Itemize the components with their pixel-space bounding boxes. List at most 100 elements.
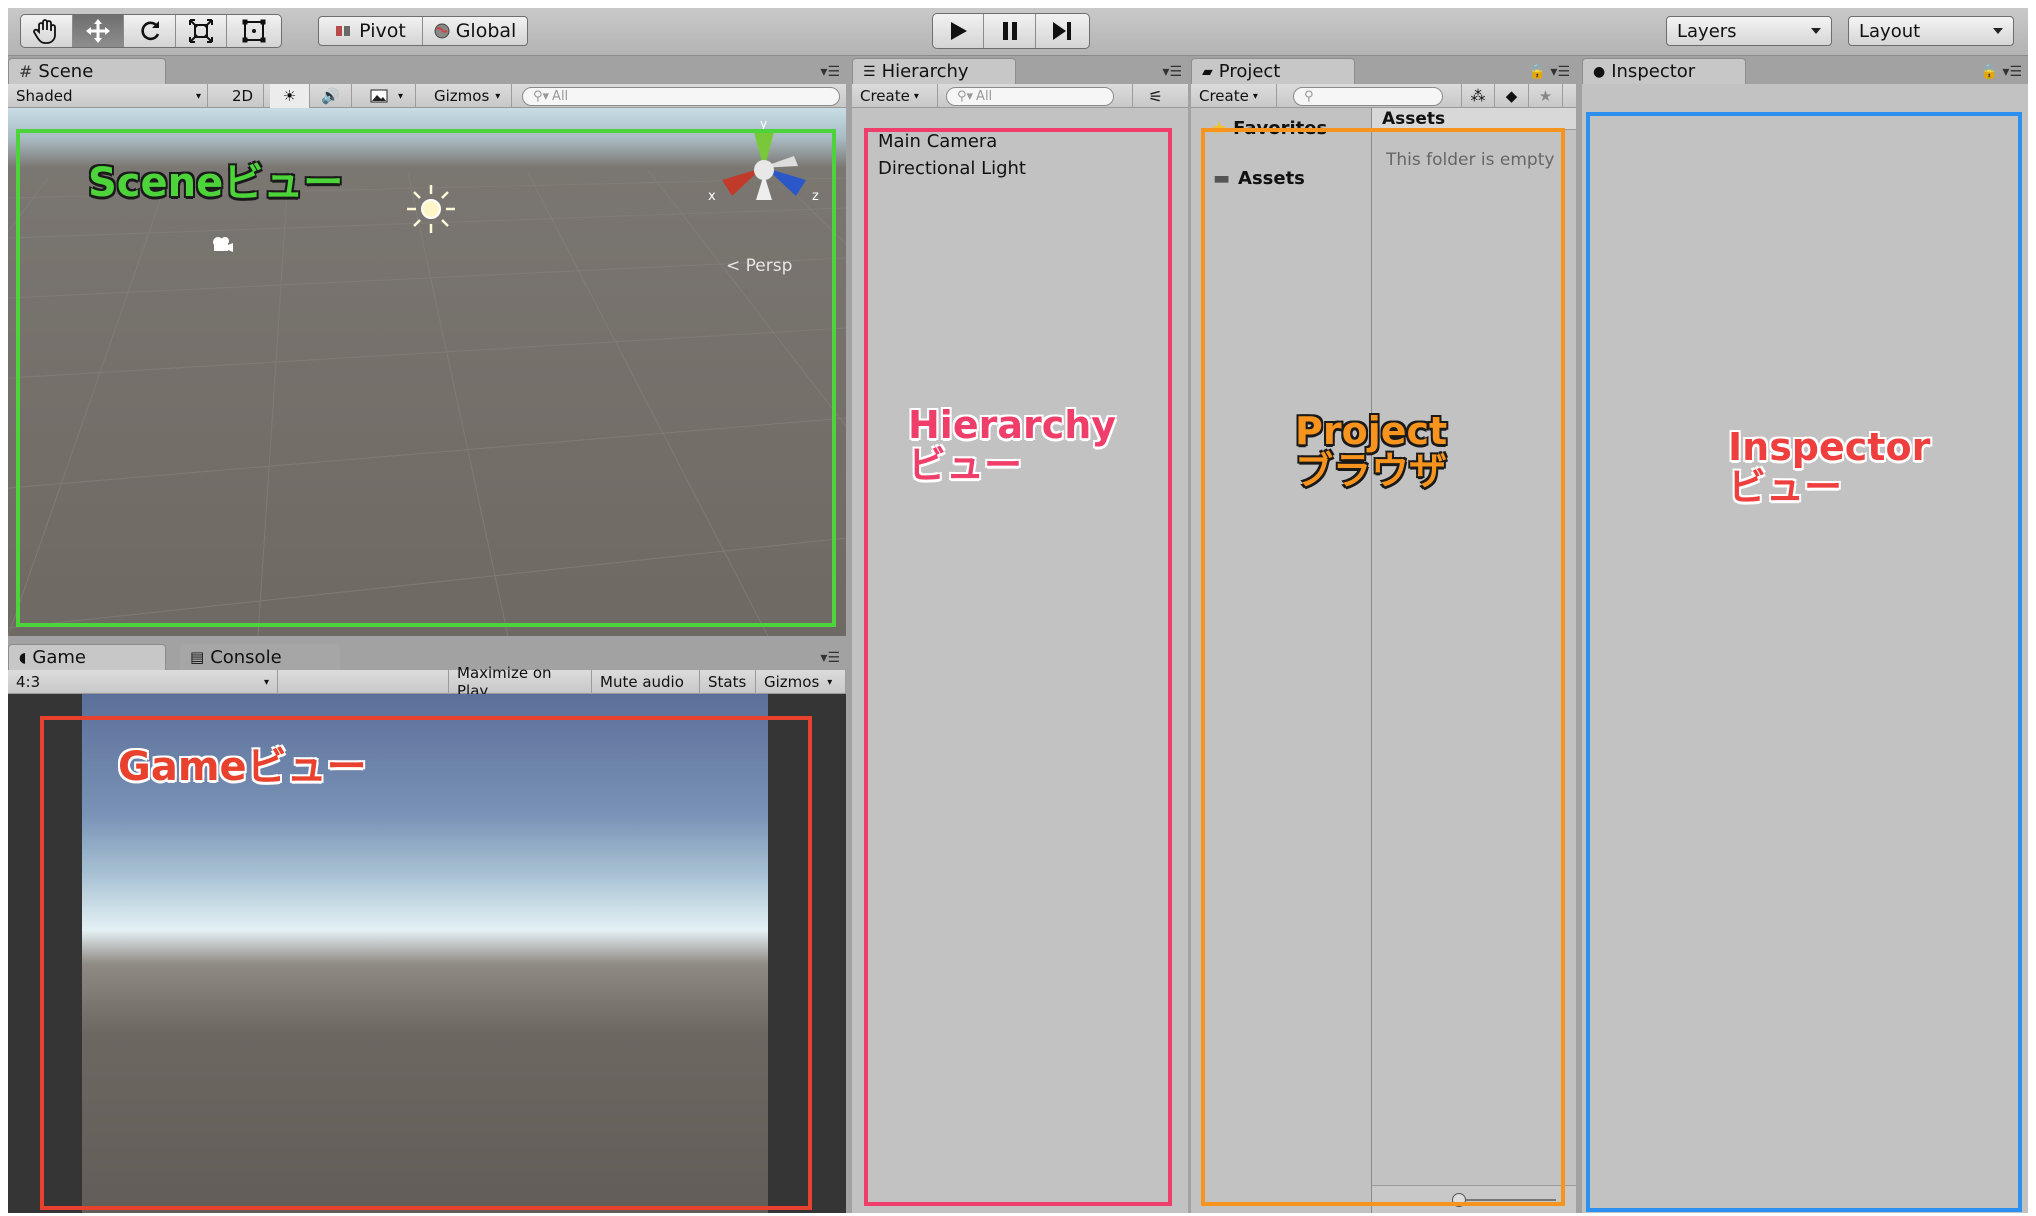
- image-icon: [370, 89, 388, 103]
- scale-icon: [189, 19, 214, 43]
- tab-game[interactable]: ◖ Game: [8, 644, 166, 670]
- shading-mode-dropdown[interactable]: Shaded ▾: [8, 84, 208, 108]
- playback-controls: [932, 13, 1090, 49]
- inspector-tab-label: Inspector: [1611, 61, 1696, 82]
- layers-label: Layers: [1677, 20, 1737, 42]
- unity-editor-screenshot: Pivot Global Layers Layout # Scene ▾☰ Sh…: [0, 0, 2036, 1216]
- game-gizmos-label: Gizmos: [764, 673, 820, 691]
- rect-icon: [242, 19, 266, 43]
- hierarchy-search-placeholder: All: [976, 89, 993, 104]
- pivot-button[interactable]: Pivot: [319, 17, 423, 45]
- scale-tool-button[interactable]: [176, 15, 228, 47]
- hierarchy-filter-button[interactable]: ⚟: [1132, 84, 1178, 108]
- move-icon: [85, 19, 110, 43]
- scene-search-placeholder: All: [552, 89, 569, 104]
- hierarchy-panel: ☰ Hierarchy ▾☰ Create ▾ ⚲▾ All ⚟ Main Ca…: [852, 56, 1188, 1213]
- panel-menu-icon[interactable]: ▾☰: [820, 650, 840, 666]
- step-button[interactable]: [1036, 14, 1089, 48]
- tab-hierarchy[interactable]: ☰ Hierarchy: [852, 58, 1016, 84]
- assets-header-bar: Assets: [1372, 108, 1579, 130]
- hierarchy-tab-label: Hierarchy: [881, 61, 969, 82]
- pacman-icon: ◖: [19, 649, 27, 666]
- panel-menu-icon[interactable]: 🔒 ▾☰: [1981, 64, 2022, 80]
- tab-project[interactable]: ▰ Project: [1191, 58, 1355, 84]
- scene-tab-icon: #: [19, 62, 33, 81]
- pause-icon: [1002, 22, 1017, 40]
- project-create-label: Create: [1199, 87, 1249, 105]
- play-button[interactable]: [933, 14, 985, 48]
- effects-dropdown[interactable]: ▾: [358, 84, 416, 108]
- hierarchy-annotation-label: Hierarchy ビュー: [908, 403, 1117, 486]
- scene-tab-label: Scene: [38, 61, 94, 82]
- chevron-down-icon: ▾: [1252, 90, 1258, 102]
- scene-search-input[interactable]: ⚲▾ All: [522, 87, 840, 106]
- panel-menu-icon[interactable]: ▾☰: [820, 64, 840, 80]
- game-gizmos-dropdown[interactable]: Gizmos ▾: [756, 670, 846, 694]
- stats-label: Stats: [708, 673, 747, 691]
- hand-tool-button[interactable]: [21, 15, 73, 47]
- global-button[interactable]: Global: [423, 17, 527, 45]
- game-panel: ◖ Game ▤ Console ▾☰ 4:3 ▾ Maximize on Pl…: [8, 642, 846, 1213]
- inspector-panel: ● Inspector 🔒 ▾☰ Inspector ビュー: [1576, 56, 2028, 1213]
- chevron-down-icon: [1811, 28, 1821, 34]
- project-annotation-line-2: ブラウザ: [1295, 448, 1448, 493]
- layout-dropdown[interactable]: Layout: [1848, 16, 2014, 46]
- chevron-down-icon: ▾: [913, 90, 919, 102]
- favorite-button[interactable]: ★: [1529, 84, 1563, 108]
- layout-label: Layout: [1859, 20, 1921, 42]
- aspect-dropdown[interactable]: 4:3 ▾: [8, 670, 278, 694]
- maximize-on-play-toggle[interactable]: Maximize on Play: [448, 664, 592, 700]
- project-tab-label: Project: [1218, 61, 1281, 82]
- search-icon: ⚲▾: [957, 89, 974, 104]
- folder-icon: ▰: [1202, 63, 1213, 80]
- 2d-toggle[interactable]: 2D: [222, 84, 264, 108]
- project-tabbar: ▰ Project 🔒 ▾☰: [1191, 56, 1576, 84]
- hierarchy-create-dropdown[interactable]: Create ▾: [852, 84, 938, 108]
- project-annotation-label: Project ブラウザ: [1295, 411, 1448, 493]
- inspector-annotation-line-2: ビュー: [1728, 464, 1843, 509]
- inspector-annotation-line-1: Inspector: [1728, 425, 1931, 469]
- pivot-label: Pivot: [359, 20, 406, 42]
- unity-editor-window: Pivot Global Layers Layout # Scene ▾☰ Sh…: [8, 8, 2028, 1213]
- audio-toggle[interactable]: 🔊: [310, 84, 352, 108]
- lighting-toggle[interactable]: ☀: [270, 84, 310, 108]
- hierarchy-annotation-box: [864, 128, 1172, 1206]
- layers-dropdown[interactable]: Layers: [1666, 16, 1832, 46]
- tab-console[interactable]: ▤ Console: [180, 644, 340, 670]
- rotate-tool-button[interactable]: [124, 15, 176, 47]
- scene-panel: # Scene ▾☰ Shaded ▾ 2D ☀ 🔊 ▾ Gizmos ▾ ⚲▾…: [8, 56, 846, 636]
- game-annotation-box: [40, 716, 812, 1210]
- move-tool-button[interactable]: [72, 15, 125, 47]
- main-toolbar: Pivot Global Layers Layout: [8, 8, 2028, 56]
- scene-gizmos-dropdown[interactable]: Gizmos ▾: [426, 84, 512, 108]
- game-annotation-label: Gameビュー: [118, 744, 367, 790]
- tab-scene[interactable]: # Scene: [8, 58, 166, 84]
- chevron-down-icon: [1993, 28, 2003, 34]
- pause-button[interactable]: [984, 14, 1036, 48]
- globe-icon: [434, 23, 450, 39]
- search-by-type-button[interactable]: ⁂: [1461, 84, 1495, 108]
- hierarchy-tabbar: ☰ Hierarchy ▾☰: [852, 56, 1188, 84]
- project-toolbar: Create ▾ ⚲ ⁂ ◆ ★: [1191, 84, 1576, 108]
- search-icon: ⚲▾: [533, 89, 550, 104]
- hierarchy-search-input[interactable]: ⚲▾ All: [946, 87, 1114, 106]
- tab-inspector[interactable]: ● Inspector: [1582, 58, 1746, 84]
- search-by-label-button[interactable]: ◆: [1495, 84, 1529, 108]
- hierarchy-annotation-line-1: Hierarchy: [908, 403, 1117, 447]
- project-search-input[interactable]: ⚲: [1293, 87, 1443, 106]
- panel-menu-icon[interactable]: ▾☰: [1162, 64, 1182, 80]
- rect-tool-button[interactable]: [227, 15, 281, 47]
- console-tab-label: Console: [210, 646, 282, 668]
- project-create-dropdown[interactable]: Create ▾: [1191, 84, 1277, 108]
- project-annotation-box: [1201, 128, 1565, 1206]
- step-icon: [1053, 22, 1072, 40]
- stats-toggle[interactable]: Stats: [700, 670, 756, 694]
- mute-audio-toggle[interactable]: Mute audio: [592, 670, 700, 694]
- mute-label: Mute audio: [600, 673, 684, 691]
- chevron-down-icon: ▾: [195, 90, 201, 102]
- filter-list-icon: ⚟: [1148, 86, 1163, 106]
- rotate-icon: [140, 21, 159, 41]
- scene-gizmos-label: Gizmos: [434, 87, 490, 105]
- shading-mode-label: Shaded: [16, 87, 73, 105]
- panel-menu-icon[interactable]: 🔒 ▾☰: [1529, 64, 1570, 80]
